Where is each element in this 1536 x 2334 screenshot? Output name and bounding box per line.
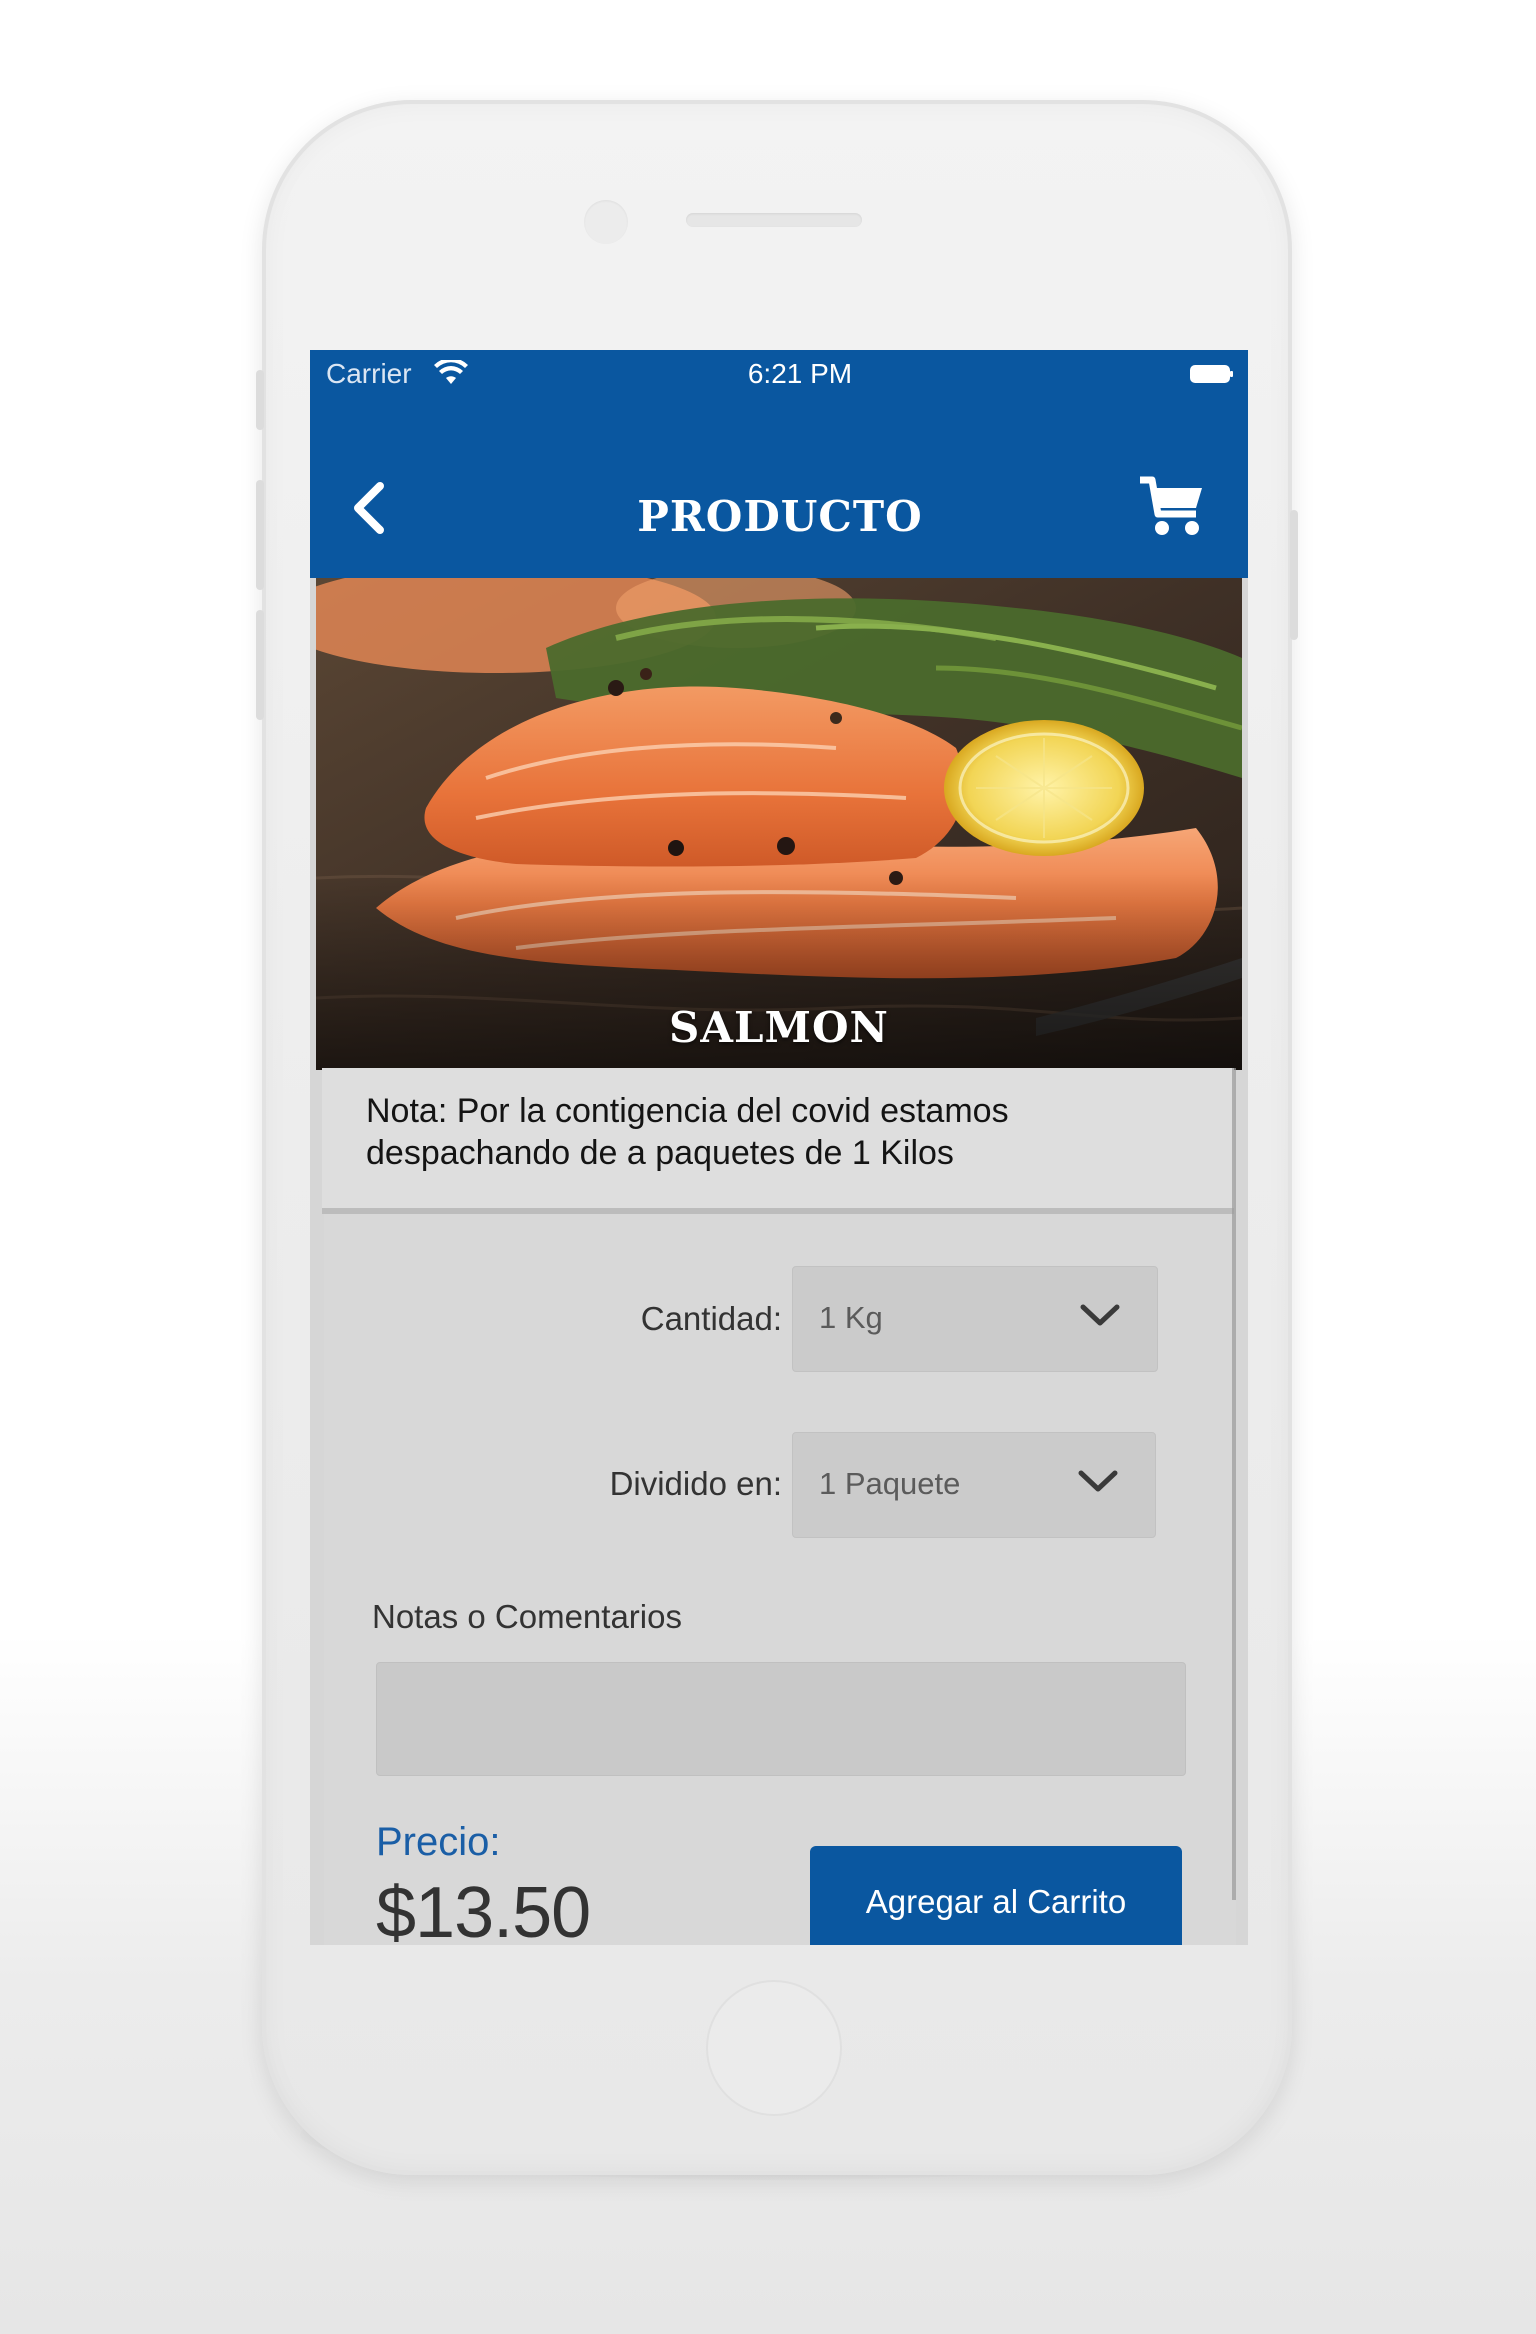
- mockup-stage: Carrier 6:21 PM PRODUCTO SALMON Nota: Po…: [0, 0, 1536, 2334]
- side-button-volume-down: [256, 610, 264, 720]
- shopping-cart-icon[interactable]: [1136, 470, 1208, 542]
- page-title: PRODUCTO: [637, 492, 923, 541]
- quantity-select[interactable]: 1 Kg: [792, 1266, 1158, 1372]
- side-button-power: [1290, 510, 1298, 640]
- navigation-bar: PRODUCTO: [310, 400, 1248, 578]
- chevron-down-icon: [1078, 1470, 1118, 1492]
- quantity-label: Cantidad:: [640, 1300, 782, 1337]
- wifi-icon: [434, 360, 468, 384]
- price-label: Precio:: [376, 1820, 501, 1864]
- home-button[interactable]: [706, 1980, 842, 2116]
- comments-input[interactable]: [376, 1662, 1186, 1776]
- chevron-left-icon[interactable]: [346, 472, 396, 542]
- add-to-cart-button[interactable]: Agregar al Carrito: [810, 1846, 1182, 1945]
- app-screen: Carrier 6:21 PM PRODUCTO SALMON Nota: Po…: [310, 350, 1248, 1945]
- side-button-volume-up: [256, 480, 264, 590]
- product-name: SALMON: [669, 1003, 889, 1052]
- salmon-photo: [316, 578, 1242, 1070]
- price-value: $13.50: [376, 1873, 591, 1945]
- split-selected-value: 1 Paquete: [819, 1466, 961, 1501]
- split-select[interactable]: 1 Paquete: [792, 1432, 1156, 1538]
- status-time: 6:21 PM: [747, 358, 853, 389]
- quantity-selected-value: 1 Kg: [819, 1300, 883, 1335]
- battery-icon: [1190, 365, 1233, 383]
- side-button-mute: [256, 370, 264, 430]
- front-camera: [584, 200, 628, 244]
- carrier-label: Carrier: [326, 358, 412, 389]
- product-image: SALMON: [316, 578, 1242, 1070]
- comments-label: Notas o Comentarios: [372, 1598, 682, 1635]
- status-bar: Carrier 6:21 PM: [310, 350, 1248, 400]
- vertical-scrollbar[interactable]: [1232, 1068, 1236, 1900]
- split-label: Dividido en:: [609, 1465, 782, 1502]
- chevron-down-icon: [1080, 1304, 1120, 1326]
- covid-note: Nota: Por la contigencia del covid estam…: [322, 1068, 1234, 1214]
- earpiece-speaker: [686, 213, 862, 227]
- covid-note-text: Nota: Por la contigencia del covid estam…: [366, 1092, 1009, 1172]
